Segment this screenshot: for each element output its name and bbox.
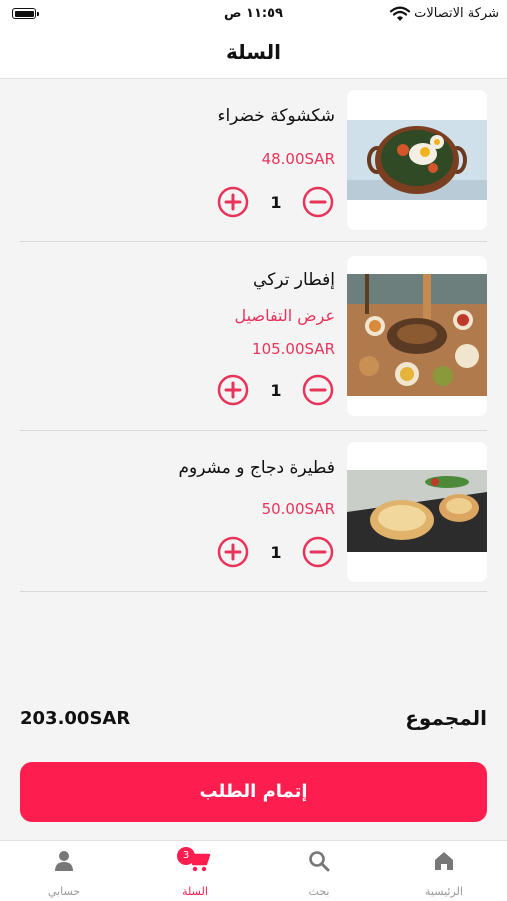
item-price: 50.00SAR [261, 500, 335, 518]
home-icon [435, 852, 453, 870]
cart-item: فطيرة دجاج و مشروم 50.00SAR 1 [20, 442, 487, 582]
increase-quantity-button[interactable] [217, 374, 249, 406]
nav-bar: السلة [0, 32, 507, 79]
checkout-button[interactable]: إتمام الطلب [20, 762, 487, 822]
tab-label: بحث [308, 885, 330, 898]
item-quantity: 1 [270, 381, 282, 400]
item-name: شكشوكة خضراء [217, 106, 335, 126]
tab-search[interactable]: بحث [259, 841, 379, 901]
user-icon [55, 851, 73, 871]
item-price: 105.00SAR [252, 340, 335, 358]
increase-quantity-button[interactable] [217, 536, 249, 568]
decrease-quantity-button[interactable] [302, 374, 334, 406]
cart-count-badge: 3 [177, 847, 195, 865]
tab-label: الرئيسية [425, 885, 463, 898]
item-name: فطيرة دجاج و مشروم [178, 458, 335, 478]
increase-quantity-button[interactable] [217, 186, 249, 218]
product-image[interactable] [347, 90, 487, 230]
divider [20, 430, 487, 431]
decrease-quantity-button[interactable] [302, 536, 334, 568]
divider [20, 591, 487, 592]
item-name: إفطار تركي [253, 270, 335, 290]
tab-cart[interactable]: 3 السلة [135, 841, 255, 901]
item-quantity: 1 [270, 193, 282, 212]
carrier-name: شركة الاتصالات [414, 6, 499, 21]
order-total: المجموع 203.00SAR [20, 706, 487, 736]
item-price: 48.00SAR [261, 150, 335, 168]
item-quantity: 1 [270, 543, 282, 562]
divider [20, 241, 487, 242]
product-image[interactable] [347, 256, 487, 416]
product-image[interactable] [347, 442, 487, 582]
status-bar: ١١:٥٩ ص شركة الاتصالات [0, 0, 507, 32]
wifi-icon [389, 6, 411, 21]
item-details-link[interactable]: عرض التفاصيل [235, 306, 335, 325]
total-value: 203.00SAR [20, 708, 131, 729]
cart-item: شكشوكة خضراء 48.00SAR 1 [20, 90, 487, 230]
decrease-quantity-button[interactable] [302, 186, 334, 218]
tab-account[interactable]: حسابي [4, 841, 124, 901]
total-label: المجموع [405, 706, 487, 730]
page-title: السلة [225, 40, 281, 64]
tab-bar: الرئيسية بحث 3 السلة حسابي [0, 840, 507, 901]
cart-item: إفطار تركي عرض التفاصيل 105.00SAR 1 [20, 256, 487, 416]
tab-label: السلة [182, 885, 208, 898]
tab-label: حسابي [47, 885, 81, 898]
search-icon [309, 851, 330, 872]
tab-home[interactable]: الرئيسية [384, 841, 504, 901]
